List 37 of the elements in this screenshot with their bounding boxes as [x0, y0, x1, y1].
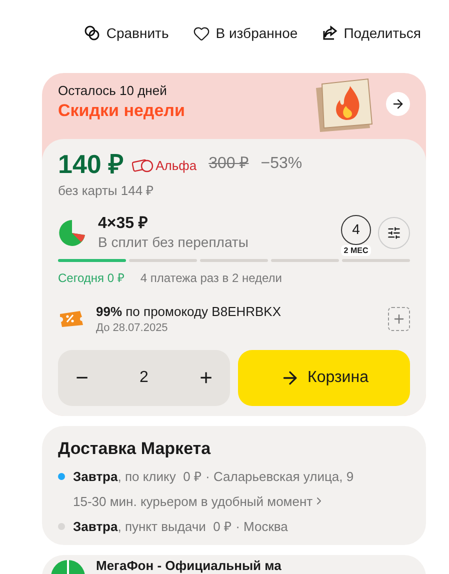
delivery-option: Завтра, пункт выдачи 0 ₽ · Москва — [73, 517, 288, 536]
coupon-icon — [58, 310, 84, 328]
compare-icon — [84, 25, 100, 41]
plus-icon — [392, 312, 406, 326]
quantity-value: 2 — [140, 368, 148, 388]
split-amount: 4×35 ₽ — [98, 214, 148, 232]
promo-banner[interactable]: Осталось 10 дней Скидки недели — [42, 73, 426, 139]
sliders-icon — [387, 226, 401, 240]
arrow-button[interactable] — [386, 92, 410, 116]
old-price: 300 ₽ — [208, 154, 249, 174]
delivery-title: Доставка Маркета — [58, 438, 212, 460]
cart-button[interactable]: Корзина — [238, 350, 410, 406]
add-coupon-button[interactable] — [388, 307, 410, 331]
delivery-detail[interactable]: 15-30 мин. курьером в удобный момент — [73, 492, 410, 511]
today-payment: Сегодня 0 ₽ — [58, 270, 124, 286]
action-button[interactable]: Поделиться — [322, 22, 421, 44]
coupon-expiry: До 28.07.2025 — [96, 320, 169, 336]
discount: −53% — [260, 154, 302, 174]
coupon-text: 99% по промокоду B8EHRBKX — [96, 302, 282, 320]
payment-schedule: 4 платежа раз в 2 недели — [140, 270, 282, 286]
promo-caption: Осталось 10 дней — [58, 82, 168, 100]
delivery-option: Завтра, по клику 0 ₽ · Саларьевская улица, 9 — [73, 467, 354, 486]
promo-title: Скидки недели — [58, 100, 186, 122]
price-without-card-label: без карты 144 ₽ — [58, 182, 156, 200]
bank-card-icon — [132, 159, 154, 173]
heart-icon — [192, 24, 210, 42]
seller-name: МегаФон - Официальный ма — [96, 558, 282, 572]
split-caption: В сплит без переплаты — [98, 232, 250, 250]
bank-label: Альфа — [156, 156, 197, 175]
current-price: 140 ₽ — [58, 149, 124, 179]
action-button[interactable]: В избранное — [192, 22, 298, 44]
action-button[interactable]: Сравнить — [84, 22, 169, 44]
decrease-button[interactable]: − — [68, 361, 96, 394]
months-label: 2 МЕС — [340, 244, 372, 256]
settings-button[interactable] — [378, 216, 410, 248]
share-icon — [322, 25, 338, 41]
increase-button[interactable]: + — [192, 361, 220, 394]
